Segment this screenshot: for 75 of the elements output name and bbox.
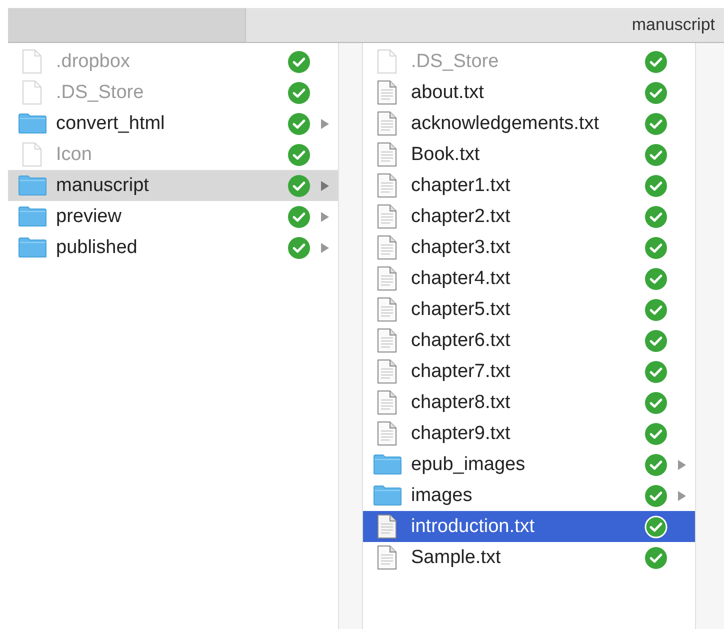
file-row[interactable]: preview — [8, 201, 338, 232]
file-name: .dropbox — [56, 50, 131, 72]
file-row[interactable]: images — [363, 480, 695, 511]
document-icon — [377, 359, 397, 384]
file-row[interactable]: introduction.txt — [363, 511, 695, 542]
folder-icon — [18, 175, 46, 196]
file-row[interactable]: chapter8.txt — [363, 387, 695, 418]
document-icon — [377, 266, 397, 291]
document-icon — [22, 80, 42, 105]
document-icon — [377, 173, 397, 198]
document-icon — [377, 204, 397, 229]
document-icon — [377, 80, 397, 105]
disclosure-arrow-icon[interactable] — [321, 212, 329, 222]
file-name: images — [411, 484, 474, 506]
document-icon — [377, 514, 397, 539]
file-row[interactable]: chapter7.txt — [363, 356, 695, 387]
file-name: chapter3.txt — [411, 236, 512, 258]
file-row[interactable]: chapter2.txt — [363, 201, 695, 232]
file-name: .DS_Store — [411, 50, 500, 72]
document-icon — [22, 142, 42, 167]
file-row[interactable]: chapter3.txt — [363, 232, 695, 263]
file-name: chapter7.txt — [411, 360, 512, 382]
file-name: acknowledgements.txt — [411, 112, 600, 134]
folder-icon — [18, 237, 46, 258]
file-name: Book.txt — [411, 144, 481, 166]
file-name: introduction.txt — [411, 516, 536, 538]
file-row[interactable]: chapter9.txt — [363, 418, 695, 449]
file-name: convert_html — [56, 112, 166, 134]
folder-icon — [18, 113, 46, 134]
file-name: chapter9.txt — [411, 422, 512, 444]
file-name: chapter1.txt — [411, 174, 512, 196]
disclosure-arrow-icon[interactable] — [678, 490, 686, 500]
file-name: preview — [56, 206, 122, 228]
file-row[interactable]: chapter5.txt — [363, 294, 695, 325]
document-icon — [22, 49, 42, 74]
disclosure-arrow-icon[interactable] — [321, 118, 329, 128]
file-row[interactable]: chapter6.txt — [363, 325, 695, 356]
disclosure-arrow-icon[interactable] — [321, 242, 329, 252]
file-name: chapter5.txt — [411, 298, 512, 320]
file-name: chapter8.txt — [411, 392, 512, 414]
file-row[interactable]: Book.txt — [363, 139, 695, 170]
file-row[interactable]: epub_images — [363, 449, 695, 480]
file-row[interactable]: Sample.txt — [363, 542, 695, 573]
disclosure-arrow-icon[interactable] — [678, 460, 686, 470]
document-icon — [377, 390, 397, 415]
folder-icon — [18, 206, 46, 227]
file-row[interactable]: manuscript — [8, 170, 338, 201]
file-name: epub_images — [411, 454, 526, 476]
document-icon — [377, 328, 397, 353]
file-row[interactable]: convert_html — [8, 108, 338, 139]
file-name: Sample.txt — [411, 546, 502, 568]
file-row[interactable]: chapter1.txt — [363, 170, 695, 201]
file-name: about.txt — [411, 82, 485, 104]
document-icon — [377, 545, 397, 570]
folder-title: manuscript — [632, 15, 715, 35]
document-icon — [377, 421, 397, 446]
document-icon — [377, 235, 397, 260]
file-name: Icon — [56, 144, 93, 166]
folder-icon — [372, 454, 402, 475]
document-icon — [377, 142, 397, 167]
disclosure-arrow-icon[interactable] — [321, 180, 329, 190]
document-icon — [377, 111, 397, 136]
file-name: .DS_Store — [56, 82, 145, 104]
file-name: chapter4.txt — [411, 268, 512, 290]
file-row[interactable]: about.txt — [363, 77, 695, 108]
file-name: published — [56, 236, 138, 258]
file-name: manuscript — [56, 174, 150, 196]
file-row[interactable]: acknowledgements.txt — [363, 108, 695, 139]
file-name: chapter6.txt — [411, 330, 512, 352]
file-name: chapter2.txt — [411, 206, 512, 228]
document-icon — [377, 297, 397, 322]
document-icon — [377, 49, 397, 74]
file-row[interactable]: chapter4.txt — [363, 263, 695, 294]
file-row[interactable]: published — [8, 232, 338, 263]
folder-icon — [372, 485, 402, 506]
